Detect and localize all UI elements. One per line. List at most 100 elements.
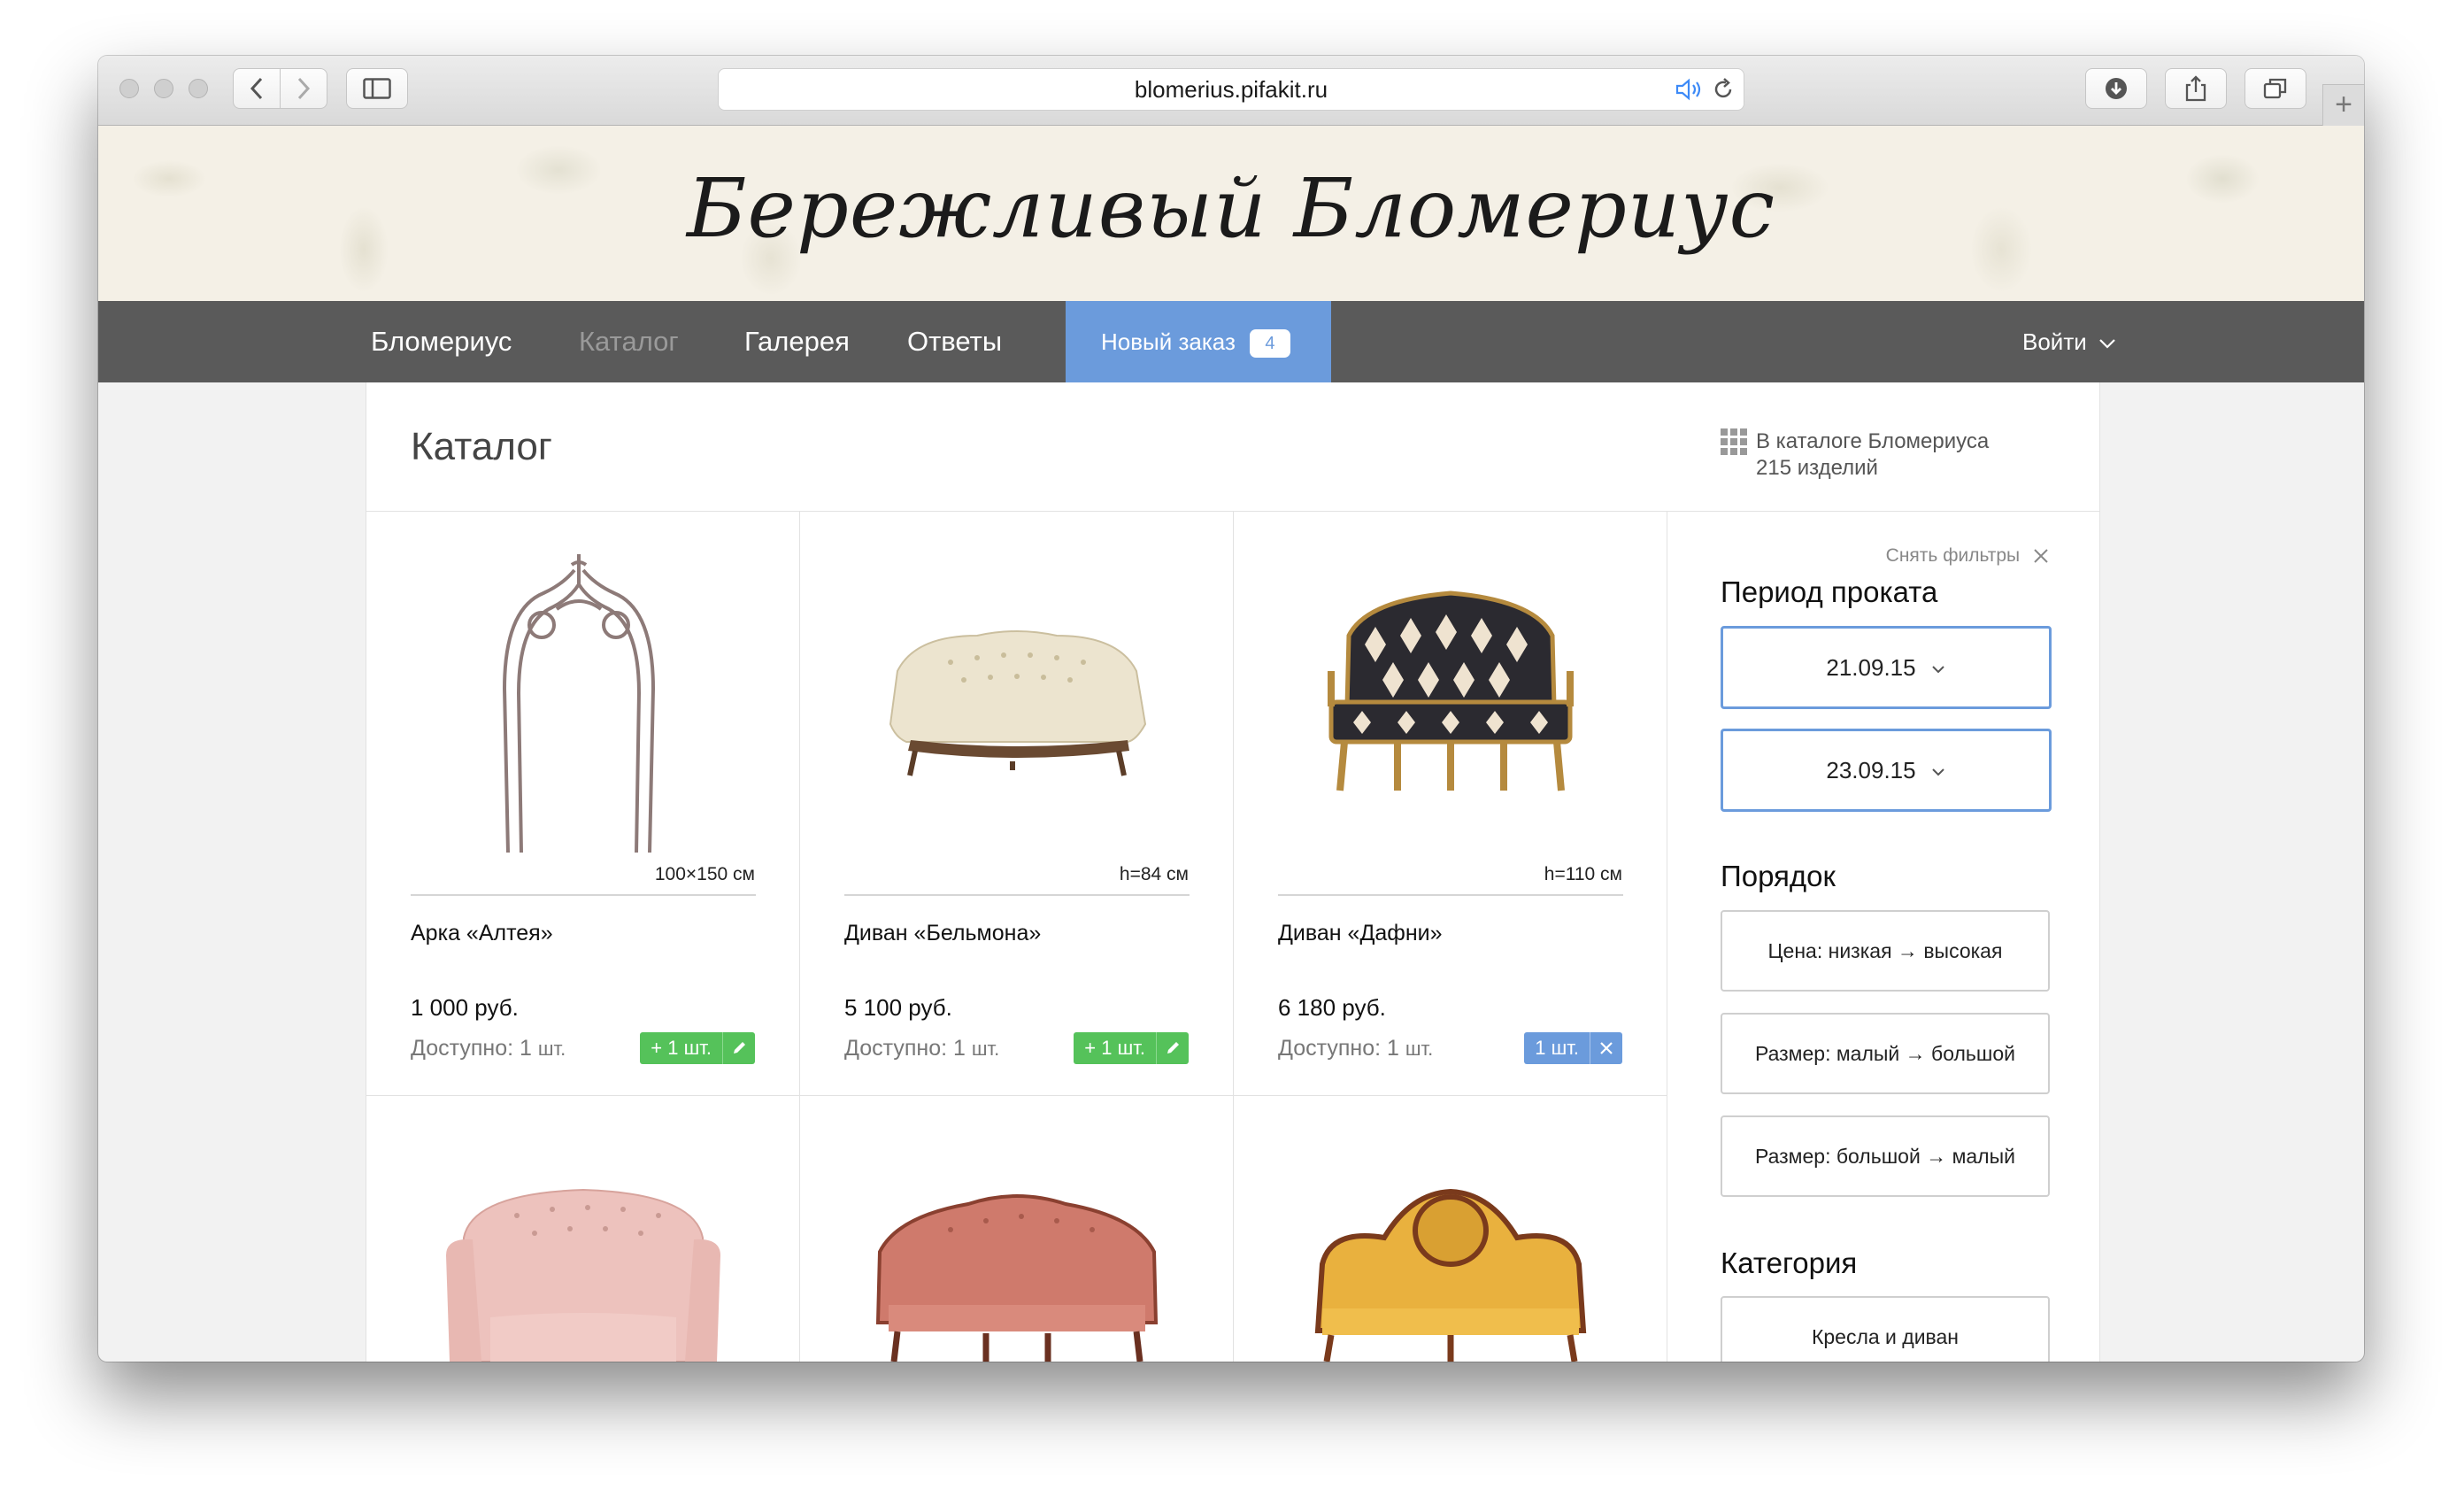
add-button-label[interactable]: + 1 шт.: [640, 1032, 722, 1064]
close-icon: [1600, 1042, 1613, 1054]
chevron-down-icon: [2099, 339, 2115, 349]
availability-text: Доступно: 1: [411, 1036, 532, 1061]
product-name[interactable]: Диван «Дафни»: [1278, 921, 1443, 946]
back-icon: [250, 77, 263, 100]
product-card[interactable]: 100×150 см Арка «Алтея» 1 000 руб. Досту…: [366, 512, 800, 1096]
nav-item-answers[interactable]: Ответы: [907, 301, 1002, 382]
back-button[interactable]: [233, 68, 281, 109]
browser-window: blomerius.pifakit.ru + Бережливый Бломер…: [98, 56, 2364, 1362]
login-menu[interactable]: Войти: [2022, 301, 2116, 382]
sort-price-asc-button[interactable]: Цена: низкая → высокая: [1721, 910, 2050, 992]
catalog-panel: Каталог В каталоге Бломериуса 215 издели…: [366, 382, 2100, 1362]
minimize-window-button[interactable]: [154, 79, 173, 98]
chevron-down-icon: [1931, 768, 1944, 776]
site-logo[interactable]: Бережливый Бломериус: [98, 161, 2364, 256]
nav-item-home[interactable]: Бломериус: [371, 301, 512, 382]
availability-unit: шт.: [971, 1038, 1000, 1060]
reset-filters-button[interactable]: Снять фильтры: [1886, 545, 2050, 567]
show-tabs-button[interactable]: [2245, 68, 2306, 109]
edit-quantity-button[interactable]: [722, 1032, 755, 1064]
downloads-button[interactable]: [2085, 68, 2147, 109]
product-price: 5 100 руб.: [844, 994, 952, 1021]
product-availability: Доступно: 1 шт.: [844, 1036, 999, 1061]
product-image-pink-loveseat[interactable]: [411, 1185, 756, 1362]
in-order-indicator[interactable]: 1 шт.: [1524, 1032, 1622, 1064]
availability-unit: шт.: [1405, 1038, 1434, 1060]
close-icon: [2034, 549, 2048, 564]
speaker-icon[interactable]: [1675, 78, 1705, 101]
share-button[interactable]: [2165, 68, 2227, 109]
chevron-down-icon: [1931, 666, 1944, 674]
sidebar-toggle-button[interactable]: [346, 68, 408, 109]
product-card[interactable]: h=110 см Диван «Дафни» 6 180 руб. Доступ…: [1234, 512, 1667, 1096]
product-card[interactable]: [366, 1096, 800, 1362]
add-to-order-button[interactable]: + 1 шт.: [1074, 1032, 1189, 1064]
product-dimensions: 100×150 см: [654, 864, 755, 884]
nav-item-gallery[interactable]: Галерея: [744, 301, 850, 382]
product-card[interactable]: [800, 1096, 1234, 1362]
new-order-button[interactable]: Новый заказ 4: [1066, 301, 1331, 382]
category-heading: Категория: [1721, 1246, 1858, 1279]
browser-toolbar: blomerius.pifakit.ru +: [98, 56, 2364, 126]
forward-icon: [297, 77, 311, 100]
pencil-icon: [734, 1042, 745, 1054]
availability-text: Доступно: 1: [1278, 1036, 1399, 1061]
share-icon: [2185, 75, 2206, 102]
remove-from-order-button[interactable]: [1590, 1032, 1622, 1064]
pencil-icon: [1167, 1042, 1179, 1054]
grid-icon: [1721, 428, 1747, 455]
dimension-line: [844, 894, 1190, 896]
sort-order-heading: Порядок: [1721, 860, 1836, 892]
tabs-icon: [2263, 78, 2287, 99]
nav-item-catalog[interactable]: Каталог: [579, 301, 679, 382]
product-image-coral-sofa[interactable]: [844, 1181, 1190, 1362]
site-header-banner: Бережливый Бломериус: [98, 126, 2364, 301]
add-to-order-button[interactable]: + 1 шт.: [640, 1032, 755, 1064]
forward-button[interactable]: [280, 68, 327, 109]
product-name[interactable]: Диван «Бельмона»: [844, 921, 1041, 946]
sidebar-icon: [363, 78, 391, 99]
product-image-arch[interactable]: [411, 538, 756, 875]
product-availability: Доступно: 1 шт.: [1278, 1036, 1433, 1061]
in-order-quantity[interactable]: 1 шт.: [1524, 1032, 1590, 1064]
reload-icon[interactable]: [1712, 78, 1735, 101]
product-price: 1 000 руб.: [411, 994, 519, 1021]
product-image-sofa-dafni[interactable]: [1278, 538, 1623, 875]
url-text: blomerius.pifakit.ru: [1134, 76, 1328, 103]
product-card[interactable]: [1234, 1096, 1667, 1362]
page-title: Каталог: [411, 425, 552, 468]
category-chairs-sofa-button[interactable]: Кресла и диван: [1721, 1296, 2050, 1362]
address-bar[interactable]: blomerius.pifakit.ru: [718, 68, 1744, 111]
sort-size-asc-button[interactable]: Размер: малый → большой: [1721, 1013, 2050, 1094]
add-button-label[interactable]: + 1 шт.: [1074, 1032, 1156, 1064]
date-to-select[interactable]: 23.09.15: [1721, 729, 2052, 812]
product-name[interactable]: Арка «Алтея»: [411, 921, 553, 946]
catalog-stats: В каталоге Бломериуса 215 изделий: [1721, 428, 1989, 482]
zoom-window-button[interactable]: [189, 79, 208, 98]
rental-period-heading: Период проката: [1721, 575, 1938, 608]
filters-sidebar: Снять фильтры Период проката 21.09.15 23…: [1667, 512, 2099, 1362]
availability-text: Доступно: 1: [844, 1036, 966, 1061]
product-dimensions: h=110 см: [1544, 864, 1622, 884]
edit-quantity-button[interactable]: [1156, 1032, 1189, 1064]
login-label: Войти: [2022, 328, 2087, 355]
product-image-sofa-belmona[interactable]: [844, 538, 1190, 875]
date-from-value: 21.09.15: [1826, 654, 1916, 681]
stats-line-1: В каталоге Бломериуса: [1756, 429, 1990, 453]
date-to-value: 23.09.15: [1826, 757, 1916, 783]
product-card[interactable]: h=84 см Диван «Бельмона» 5 100 руб. Дост…: [800, 512, 1234, 1096]
dimension-line: [411, 894, 756, 896]
product-image-yellow-sofa[interactable]: [1278, 1176, 1623, 1362]
product-availability: Доступно: 1 шт.: [411, 1036, 566, 1061]
main-nav: Бломериус Каталог Галерея Ответы Новый з…: [98, 301, 2364, 382]
dimension-line: [1278, 894, 1623, 896]
order-count-badge: 4: [1249, 329, 1290, 359]
close-window-button[interactable]: [119, 79, 139, 98]
date-from-select[interactable]: 21.09.15: [1721, 626, 2052, 709]
new-tab-icon[interactable]: +: [2322, 84, 2364, 126]
download-icon: [2106, 78, 2127, 99]
availability-unit: шт.: [537, 1038, 566, 1060]
stats-line-2: 215 изделий: [1756, 456, 1878, 480]
sort-size-desc-button[interactable]: Размер: большой → малый: [1721, 1115, 2050, 1197]
product-price: 6 180 руб.: [1278, 994, 1386, 1021]
